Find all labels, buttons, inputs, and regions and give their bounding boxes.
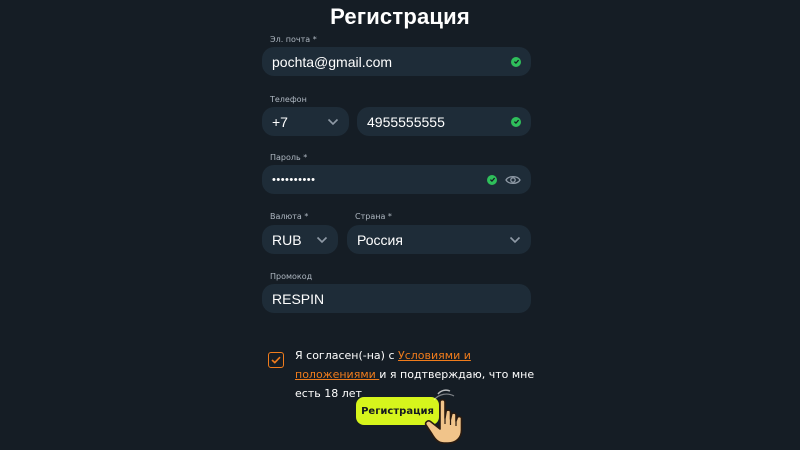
check-circle-icon: [487, 174, 497, 185]
phone-label: Телефон: [270, 95, 307, 104]
pointing-hand-icon: [424, 389, 463, 444]
eye-icon[interactable]: [505, 174, 521, 186]
page-title: Регистрация: [330, 4, 470, 29]
phone-code-select[interactable]: +7: [262, 107, 349, 136]
phone-field[interactable]: 4955555555: [357, 107, 531, 136]
phone-code-value: +7: [272, 113, 288, 130]
email-field[interactable]: pochta@gmail.com: [262, 47, 531, 76]
phone-value: 4955555555: [367, 113, 445, 130]
consent-text-before: Я согласен(-на) с: [295, 349, 399, 362]
consent-row: Я согласен(-на) с Условиями и положениям…: [268, 346, 538, 403]
promo-label: Промокод: [270, 272, 313, 281]
chevron-down-icon: [327, 118, 339, 125]
email-value: pochta@gmail.com: [272, 53, 393, 70]
check-circle-icon: [511, 56, 521, 67]
chevron-down-icon: [509, 236, 521, 243]
country-select[interactable]: Россия: [347, 225, 531, 254]
currency-label: Валюта *: [270, 212, 309, 221]
currency-select[interactable]: RUB: [262, 225, 338, 254]
promo-value: RESPIN: [272, 290, 325, 307]
email-label: Эл. почта *: [270, 35, 317, 44]
country-value: Россия: [357, 231, 403, 248]
consent-text: Я согласен(-на) с Условиями и положениям…: [295, 346, 538, 403]
chevron-down-icon: [316, 236, 328, 243]
password-value: ••••••••••: [272, 173, 316, 186]
password-field[interactable]: ••••••••••: [262, 165, 531, 194]
password-label: Пароль *: [270, 153, 308, 162]
checkmark-icon: [271, 356, 281, 364]
currency-value: RUB: [272, 231, 302, 248]
consent-checkbox[interactable]: [268, 352, 284, 368]
country-label: Страна *: [355, 212, 392, 221]
promo-field[interactable]: RESPIN: [262, 284, 531, 313]
check-circle-icon: [511, 116, 521, 127]
